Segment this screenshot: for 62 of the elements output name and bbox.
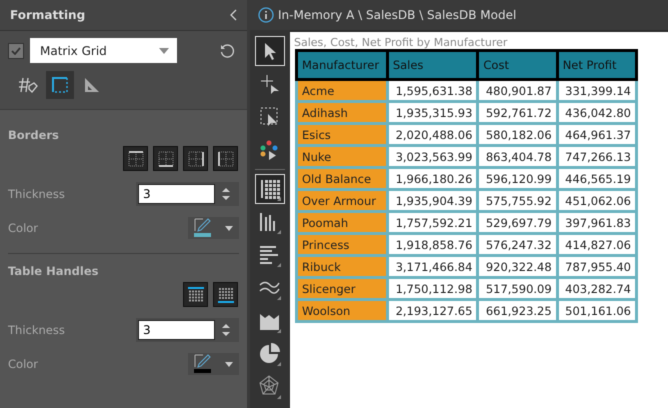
color-picker-button[interactable] xyxy=(188,217,239,239)
border-option-icon xyxy=(126,148,146,168)
column-header: Sales xyxy=(387,50,478,80)
panel-title: Formatting xyxy=(10,8,86,22)
thickness-input[interactable]: 3 xyxy=(138,320,215,340)
border-option-button[interactable] xyxy=(213,146,238,171)
tool-button[interactable] xyxy=(255,174,285,204)
border-option-icon xyxy=(216,148,236,168)
caret-icon xyxy=(224,226,233,230)
table-cell: Nuke xyxy=(296,146,388,168)
border-option-button[interactable] xyxy=(183,146,208,171)
border-option-button[interactable] xyxy=(153,146,178,171)
table-cell: Princess xyxy=(296,234,388,256)
border-option-icon xyxy=(156,148,176,168)
border-option-button[interactable] xyxy=(123,146,148,171)
breadcrumb: In-Memory A \ SalesDB \ SalesDB Model xyxy=(278,8,516,22)
table-title: Sales, Cost, Net Profit by Manufacturer xyxy=(294,36,508,49)
checkmark-icon xyxy=(11,46,21,54)
column-header: Net Profit xyxy=(557,50,636,80)
collapse-icon[interactable] xyxy=(229,9,237,21)
pie-chart-icon xyxy=(257,341,283,367)
color-picker-button[interactable] xyxy=(188,353,239,375)
color-label: Color xyxy=(8,357,38,371)
table-cell: Woolson xyxy=(296,300,388,322)
format-tab[interactable] xyxy=(46,71,74,99)
ruler-icon xyxy=(83,76,101,94)
radar-chart-icon xyxy=(257,374,283,400)
info-icon[interactable] xyxy=(258,7,274,23)
format-icon xyxy=(18,76,38,94)
pencil-color-icon xyxy=(194,354,212,374)
table-cell: Adihash xyxy=(296,102,388,124)
column-header: Manufacturer xyxy=(296,50,388,80)
color-label: Color xyxy=(8,221,38,235)
visual-type-dropdown[interactable]: Matrix Grid xyxy=(30,38,177,63)
column-header: Cost xyxy=(478,50,558,80)
border-icon xyxy=(51,76,69,94)
border-option-button[interactable] xyxy=(183,282,208,307)
border-option-button[interactable] xyxy=(213,282,238,307)
table-cell: Esics xyxy=(296,124,388,146)
spinner-icon[interactable] xyxy=(221,186,231,202)
thickness-label: Thickness xyxy=(8,187,65,201)
caret-icon xyxy=(224,362,233,366)
table-cell: Acme xyxy=(296,80,388,102)
table-cell: Ribuck xyxy=(296,256,388,278)
grid-handle-icon xyxy=(186,284,206,304)
table-cell: Old Balance xyxy=(296,168,388,190)
table-cell: Poomah xyxy=(296,212,388,234)
visual-checkbox[interactable] xyxy=(8,42,24,58)
spinner-icon[interactable] xyxy=(221,322,231,338)
border-option-icon xyxy=(186,148,206,168)
thickness-label: Thickness xyxy=(8,323,65,337)
add-pointer-icon xyxy=(259,73,281,95)
table-cell: Slicenger xyxy=(296,278,388,300)
table-cell: Over Armour xyxy=(296,190,388,212)
reset-icon[interactable] xyxy=(219,42,235,58)
pointer-icon xyxy=(262,42,278,60)
tool-button[interactable] xyxy=(255,36,285,66)
thickness-input[interactable]: 3 xyxy=(138,184,215,204)
section-heading: Table Handles xyxy=(8,264,100,278)
caret-icon xyxy=(159,48,169,54)
section-heading: Borders xyxy=(8,128,60,142)
pencil-color-icon xyxy=(194,218,212,238)
